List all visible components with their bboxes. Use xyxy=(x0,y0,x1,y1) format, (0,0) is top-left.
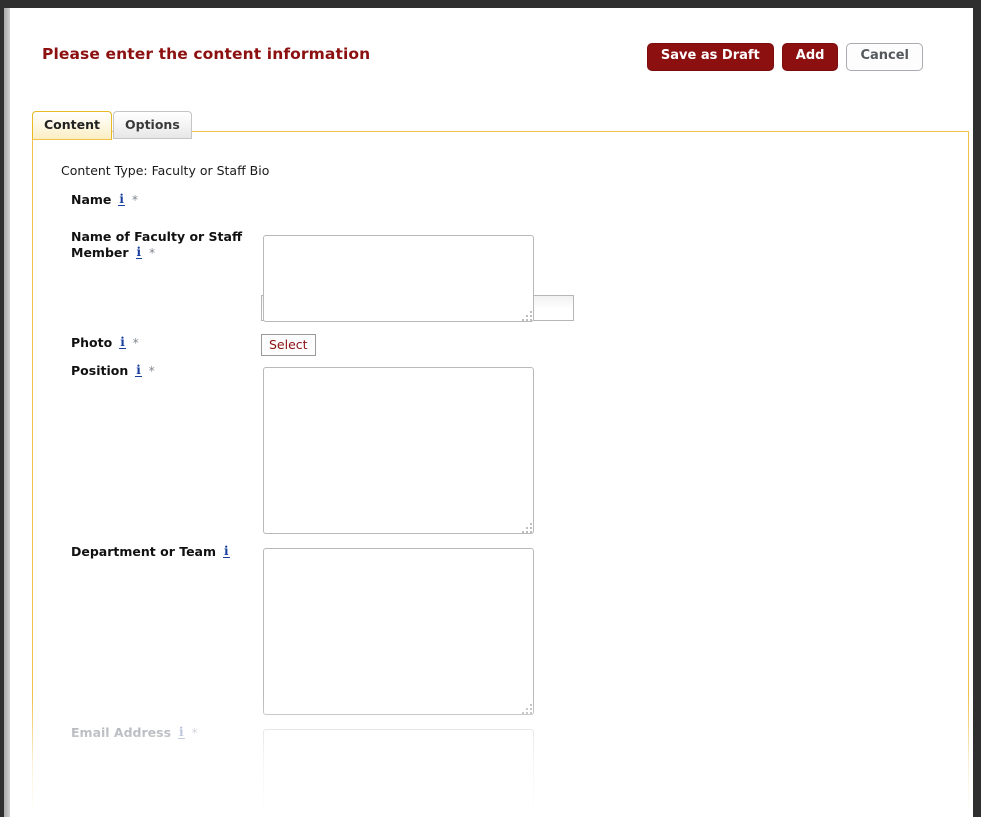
email-address-textarea[interactable] xyxy=(263,729,534,817)
required-marker: * xyxy=(191,726,198,740)
tab-bar: Content Options xyxy=(32,111,192,140)
window-chrome-right xyxy=(973,0,981,817)
photo-label: Photo i * xyxy=(71,335,249,351)
info-icon[interactable]: i xyxy=(118,193,125,206)
browser-viewport: Please enter the content information Sav… xyxy=(0,0,981,817)
name-label: Name i * xyxy=(71,192,249,208)
info-icon[interactable]: i xyxy=(135,364,142,377)
info-icon[interactable]: i xyxy=(135,246,143,259)
page-title: Please enter the content information xyxy=(42,45,371,63)
add-button[interactable]: Add xyxy=(781,43,839,71)
photo-select-button[interactable]: Select xyxy=(261,334,316,356)
name-of-faculty-or-staff-member-label-text: Name of Faculty or Staff Member xyxy=(71,229,243,260)
content-type-label: Content Type: Faculty or Staff Bio xyxy=(61,163,270,178)
email-address-label-text: Email Address xyxy=(71,725,172,740)
required-marker: * xyxy=(149,245,156,260)
content-panel: Content Type: Faculty or Staff Bio Name i… xyxy=(32,131,969,817)
department-or-team-textarea[interactable] xyxy=(263,548,534,715)
info-icon[interactable]: i xyxy=(119,336,126,349)
window-chrome-top xyxy=(0,0,981,8)
required-marker: * xyxy=(148,364,155,378)
required-marker: * xyxy=(131,193,138,207)
header-action-buttons: Save as Draft Add Cancel xyxy=(646,43,923,71)
name-of-faculty-or-staff-member-textarea[interactable] xyxy=(263,235,534,322)
info-icon[interactable]: i xyxy=(178,726,185,739)
page-header: Please enter the content information Sav… xyxy=(10,8,973,94)
cancel-button[interactable]: Cancel xyxy=(846,43,923,71)
position-textarea[interactable] xyxy=(263,367,534,534)
photo-label-text: Photo xyxy=(71,335,113,350)
page-scrollbar[interactable] xyxy=(0,8,10,817)
email-address-label: Email Address i * xyxy=(71,725,271,741)
info-icon[interactable]: i xyxy=(223,545,230,558)
tab-content[interactable]: Content xyxy=(32,111,112,140)
name-label-text: Name xyxy=(71,192,112,207)
name-of-faculty-or-staff-member-label: Name of Faculty or Staff Member i * xyxy=(71,229,246,261)
position-label-text: Position xyxy=(71,363,129,378)
position-label: Position i * xyxy=(71,363,249,379)
save-as-draft-button[interactable]: Save as Draft xyxy=(646,43,774,71)
department-or-team-label: Department or Team i xyxy=(71,544,271,560)
required-marker: * xyxy=(132,336,139,350)
tab-options[interactable]: Options xyxy=(113,111,192,139)
department-or-team-label-text: Department or Team xyxy=(71,544,217,559)
page-body: Please enter the content information Sav… xyxy=(10,8,973,817)
